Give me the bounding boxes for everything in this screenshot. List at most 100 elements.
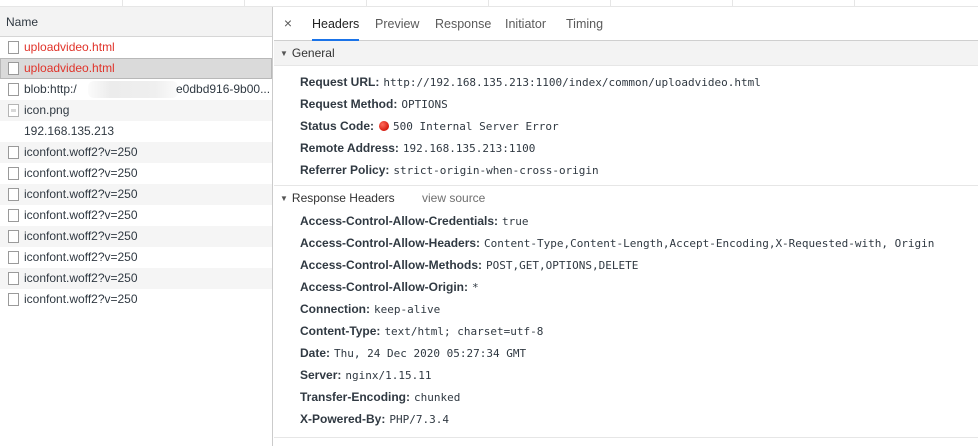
request-list: uploadvideo.html uploadvideo.html blob:h… [0,37,272,310]
response-headers-title: Response Headers [291,191,395,205]
request-name: 192.168.135.213 [24,124,115,138]
status-code-label: Status Code: [300,119,375,133]
response-header-row: Transfer-Encoding: chunked [274,386,978,408]
header-value: chunked [414,391,461,404]
request-name: uploadvideo.html [24,40,115,54]
tab-initiator[interactable]: Initiator [505,7,546,41]
header-value: Content-Type,Content-Length,Accept-Encod… [484,237,935,250]
request-url-label: Request URL: [300,75,380,89]
tab-response[interactable]: Response [435,7,491,41]
header-value: keep-alive [374,303,441,316]
request-method-label: Request Method: [300,97,398,111]
referrer-policy-label: Referrer Policy: [300,163,390,177]
response-header-row: Access-Control-Allow-Origin: * [274,276,978,298]
request-row[interactable]: iconfont.woff2?v=250 [0,289,272,310]
close-icon[interactable]: × [280,15,296,31]
header-value: POST,GET,OPTIONS,DELETE [486,259,639,272]
request-name: blob:http:/ [24,82,77,96]
request-name: iconfont.woff2?v=250 [24,292,138,306]
request-row[interactable]: iconfont.woff2?v=250 [0,247,272,268]
view-source-link[interactable]: view source [422,186,485,211]
file-icon [8,230,19,243]
request-row[interactable]: iconfont.woff2?v=250 [0,184,272,205]
top-toolbar-strip [0,0,978,7]
details-tabbar: × Headers Preview Response Initiator Tim… [274,7,978,41]
request-row[interactable]: 192.168.135.213 [0,121,272,142]
status-code-row: Status Code: 500 Internal Server Error [274,115,978,137]
header-value: nginx/1.15.11 [345,369,432,382]
file-icon [8,41,19,54]
file-icon [8,188,19,201]
header-value: * [472,281,479,294]
header-key: Date: [300,346,331,360]
file-icon [8,272,19,285]
request-headers-section-cut [274,437,978,446]
name-column-header[interactable]: Name [0,7,272,37]
header-key: Server: [300,368,342,382]
request-row[interactable]: iconfont.woff2?v=250 [0,268,272,289]
request-row[interactable]: icon.png [0,100,272,121]
request-name: iconfont.woff2?v=250 [24,166,138,180]
request-method-row: Request Method: OPTIONS [274,93,978,115]
header-key: Access-Control-Allow-Credentials: [300,214,499,228]
tab-timing[interactable]: Timing [566,7,603,41]
request-row-selected[interactable]: uploadvideo.html [0,58,272,79]
request-list-pane: Name uploadvideo.html uploadvideo.html b… [0,7,273,446]
file-icon [8,146,19,159]
expand-triangle-icon: ▼ [280,194,288,203]
header-value: text/html; charset=utf-8 [384,325,544,338]
file-icon [8,251,19,264]
request-name: iconfont.woff2?v=250 [24,250,138,264]
remote-address-row: Remote Address: 192.168.135.213:1100 [274,137,978,159]
response-header-row: Connection: keep-alive [274,298,978,320]
file-icon [8,209,19,222]
tab-headers[interactable]: Headers [312,7,360,41]
referrer-policy-value: strict-origin-when-cross-origin [393,164,599,177]
header-value: PHP/7.3.4 [389,413,449,426]
request-name: iconfont.woff2?v=250 [24,187,138,201]
request-name: iconfont.woff2?v=250 [24,208,138,222]
header-key: Access-Control-Allow-Headers: [300,236,481,250]
expand-triangle-icon: ▼ [280,49,288,58]
request-row[interactable]: iconfont.woff2?v=250 [0,226,272,247]
request-name: icon.png [24,103,70,117]
request-name-tail: e0dbd916-9b00... [176,82,271,96]
request-method-value: OPTIONS [401,98,448,111]
response-header-row: Server: nginx/1.15.11 [274,364,978,386]
redaction-blur [88,81,178,98]
remote-address-label: Remote Address: [300,141,399,155]
file-icon [8,167,19,180]
request-name: uploadvideo.html [24,61,115,75]
request-row[interactable]: iconfont.woff2?v=250 [0,142,272,163]
general-section-header[interactable]: ▼ General [274,41,978,66]
request-row[interactable]: iconfont.woff2?v=250 [0,163,272,184]
request-row[interactable]: iconfont.woff2?v=250 [0,205,272,226]
header-key: Access-Control-Allow-Methods: [300,258,483,272]
header-key: Transfer-Encoding: [300,390,411,404]
status-error-dot-icon [379,121,390,131]
tab-preview[interactable]: Preview [375,7,419,41]
request-row[interactable]: blob:http:/ e0dbd916-9b00... [0,79,272,100]
general-title: General [291,46,335,60]
header-key: Connection: [300,302,370,316]
header-value: true [502,215,529,228]
status-code-value: 500 Internal Server Error [393,120,559,133]
file-icon [8,62,19,75]
remote-address-value: 192.168.135.213:1100 [402,142,536,155]
header-key: X-Powered-By: [300,412,386,426]
header-key: Content-Type: [300,324,381,338]
response-header-row: Access-Control-Allow-Headers: Content-Typ… [274,232,978,254]
response-headers-section-header[interactable]: ▼ Response Headers view source [274,185,978,210]
file-icon [8,293,19,306]
response-header-row: Date: Thu, 24 Dec 2020 05:27:34 GMT [274,342,978,364]
request-url-row: Request URL: http://192.168.135.213:1100/… [274,71,978,93]
header-key: Access-Control-Allow-Origin: [300,280,469,294]
file-icon [8,83,19,96]
request-details-pane: × Headers Preview Response Initiator Tim… [274,7,978,446]
response-header-row: X-Powered-By: PHP/7.3.4 [274,408,978,430]
request-row[interactable]: uploadvideo.html [0,37,272,58]
referrer-policy-row: Referrer Policy: strict-origin-when-cross… [274,159,978,181]
response-header-row: Content-Type: text/html; charset=utf-8 [274,320,978,342]
request-name: iconfont.woff2?v=250 [24,271,138,285]
image-icon [8,104,19,117]
